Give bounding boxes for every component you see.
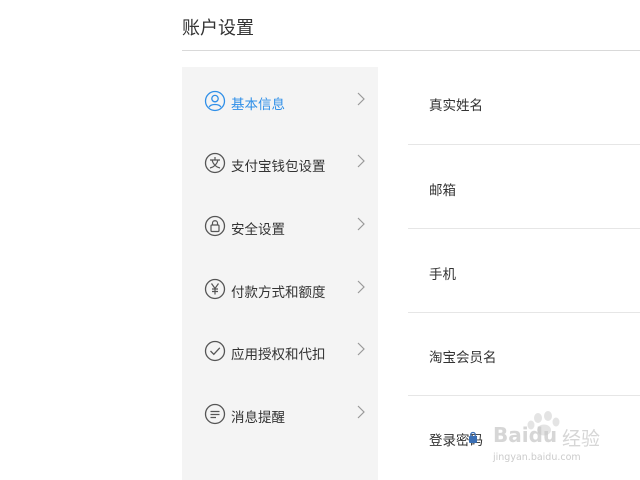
field-taobao-member-label: 淘宝会员名 — [429, 350, 497, 366]
sidebar-item-label: 支付宝钱包设置 — [231, 159, 326, 175]
chevron-right-icon — [357, 280, 365, 294]
chevron-right-icon — [357, 342, 365, 356]
field-divider — [408, 312, 640, 313]
field-divider — [408, 395, 640, 396]
chevron-right-icon — [357, 217, 365, 231]
watermark-url: jingyan.baidu.com — [493, 452, 581, 463]
field-divider — [408, 228, 640, 229]
watermark-brand: Baidu — [493, 423, 558, 447]
lock-icon — [204, 215, 226, 237]
watermark-suffix: 经验 — [562, 428, 601, 450]
sidebar-item-label: 消息提醒 — [231, 410, 285, 426]
check-circle-icon — [204, 340, 226, 362]
user-icon — [204, 90, 226, 112]
sidebar-item-wallet-settings[interactable]: 支付宝钱包设置 — [182, 143, 378, 183]
field-divider — [408, 144, 640, 145]
sidebar-item-basic-info[interactable]: 基本信息 — [182, 81, 378, 121]
sidebar-item-label: 付款方式和额度 — [231, 285, 326, 301]
sidebar-item-payment-methods[interactable]: 付款方式和额度 — [182, 269, 378, 309]
chevron-right-icon — [357, 154, 365, 168]
chevron-right-icon — [357, 405, 365, 419]
field-real-name-label: 真实姓名 — [429, 98, 483, 114]
sidebar-item-label: 基本信息 — [231, 97, 285, 113]
sidebar-item-app-authorization[interactable]: 应用授权和代扣 — [182, 331, 378, 371]
chevron-right-icon — [357, 92, 365, 106]
sidebar-item-label: 应用授权和代扣 — [231, 347, 326, 363]
wallet-icon — [204, 152, 226, 174]
message-icon — [204, 403, 226, 425]
page-title: 账户设置 — [182, 18, 254, 39]
field-phone-label: 手机 — [429, 267, 456, 283]
sidebar-item-security-settings[interactable]: 安全设置 — [182, 206, 378, 246]
title-divider — [182, 50, 640, 51]
settings-sidebar: 基本信息 支付宝钱包设置 安全设置 付款方式和额度 应用授权和代扣 消息提醒 — [182, 67, 378, 480]
yuan-icon — [204, 278, 226, 300]
sidebar-item-label: 安全设置 — [231, 222, 285, 238]
field-email-label: 邮箱 — [429, 183, 456, 199]
sidebar-item-message-alerts[interactable]: 消息提醒 — [182, 394, 378, 434]
